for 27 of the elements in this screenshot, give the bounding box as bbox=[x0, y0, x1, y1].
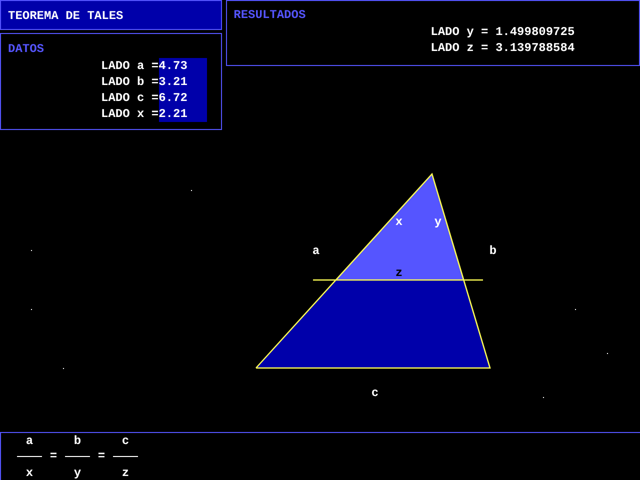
equals-sign: = bbox=[50, 449, 58, 463]
numerator: b bbox=[74, 433, 82, 449]
app-title: TEOREMA DE TALES bbox=[8, 9, 124, 23]
equals-sign: = bbox=[98, 449, 106, 463]
side-label: a bbox=[312, 244, 320, 258]
field-label: LADO b = bbox=[101, 74, 159, 90]
field-label: LADO a = bbox=[101, 58, 159, 74]
value-field: 3.21 bbox=[158, 74, 207, 90]
result-text: LADO y = 1.499809725 bbox=[430, 25, 575, 39]
field-label: LADO c = bbox=[101, 90, 159, 106]
numerator: c bbox=[122, 433, 130, 449]
side-label: z bbox=[395, 266, 403, 280]
section-heading: DATOS bbox=[8, 41, 46, 57]
value-field: 4.73 bbox=[158, 58, 207, 74]
value-field: 2.21 bbox=[158, 106, 207, 122]
denominator: x bbox=[26, 465, 34, 480]
numerator: a bbox=[26, 433, 34, 449]
denominator: z bbox=[122, 465, 130, 480]
side-label: c bbox=[371, 386, 379, 400]
section-heading: RESULTADOS bbox=[234, 7, 307, 23]
value-field: 6.72 bbox=[158, 90, 207, 106]
side-label: y bbox=[434, 215, 442, 229]
field-label: LADO x = bbox=[101, 106, 159, 122]
result-text: LADO z = 3.139788584 bbox=[430, 41, 575, 55]
side-label: b bbox=[489, 244, 497, 258]
denominator: y bbox=[74, 465, 82, 480]
side-label: x bbox=[395, 215, 403, 229]
